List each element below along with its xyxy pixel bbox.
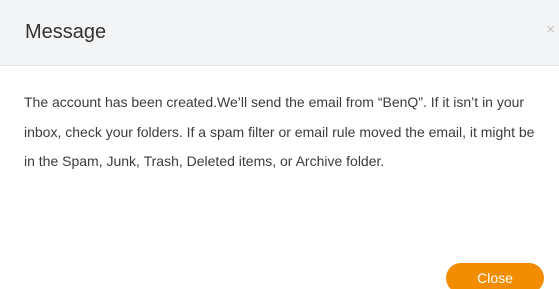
dialog-message: The account has been created.We’ll send … — [24, 94, 535, 169]
dialog-body: The account has been created.We’ll send … — [24, 88, 549, 177]
dialog-header: Message × — [0, 0, 559, 66]
close-button[interactable]: Close — [446, 263, 544, 289]
dialog-title: Message — [25, 21, 107, 43]
message-dialog: Message × The account has been created.W… — [0, 0, 559, 289]
close-icon[interactable]: × — [546, 22, 555, 38]
